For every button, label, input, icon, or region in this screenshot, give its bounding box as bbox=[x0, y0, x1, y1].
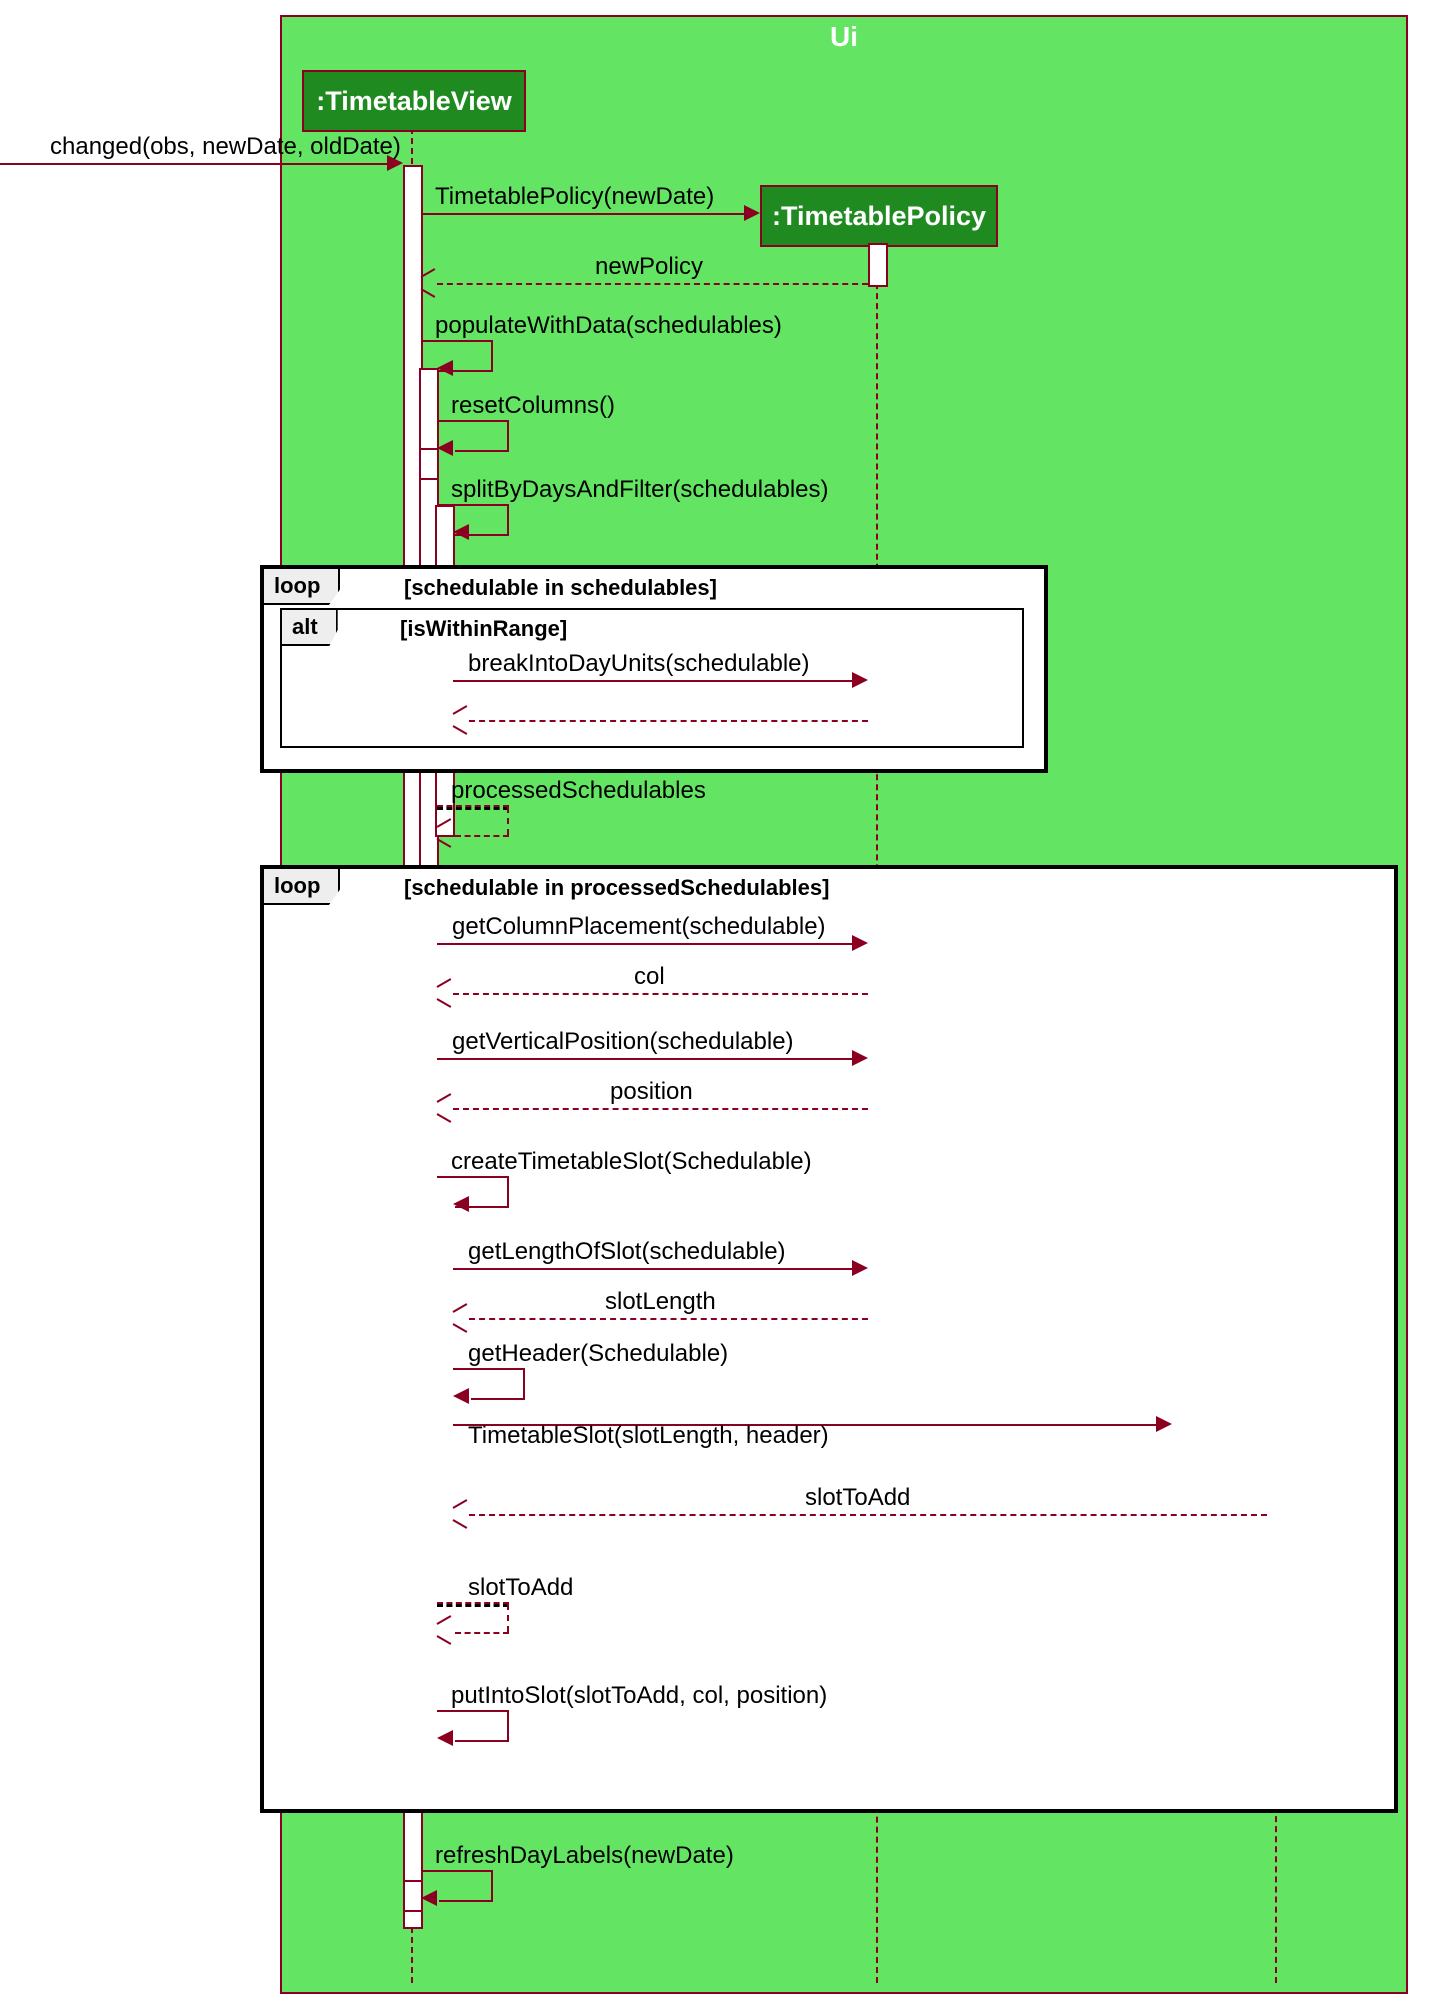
msg-label: breakIntoDayUnits(schedulable) bbox=[468, 650, 810, 678]
msg-label: putIntoSlot(slotToAdd, col, position) bbox=[451, 1682, 827, 1710]
msg-label: TimetableSlot(slotLength, header) bbox=[468, 1422, 829, 1450]
msg-label: populateWithData(schedulables) bbox=[435, 312, 782, 340]
msg-label: TimetablePolicy(newDate) bbox=[435, 183, 714, 211]
frame-guard: [schedulable in processedSchedulables] bbox=[404, 875, 829, 901]
frame-operator: alt bbox=[282, 610, 338, 646]
msg-label: col bbox=[634, 963, 665, 991]
participant-label: :TimetablePolicy bbox=[772, 201, 986, 232]
activation-view-reset bbox=[419, 448, 439, 480]
frame-operator: loop bbox=[264, 869, 340, 905]
msg-label: getColumnPlacement(schedulable) bbox=[452, 913, 826, 941]
msg-create-timetable-slot bbox=[437, 1176, 509, 1178]
msg-label: position bbox=[610, 1078, 693, 1106]
msg-label: changed(obs, newDate, oldDate) bbox=[50, 133, 401, 161]
msg-label: getLengthOfSlot(schedulable) bbox=[468, 1238, 786, 1266]
msg-label: slotToAdd bbox=[805, 1484, 910, 1512]
frame-alt-within-range: alt [isWithinRange] bbox=[280, 608, 1024, 748]
msg-label: processedSchedulables bbox=[451, 777, 706, 805]
participant-timetable-view: :TimetableView bbox=[302, 70, 526, 132]
return-slot-to-add-self bbox=[437, 1602, 509, 1607]
frame-loop-processed: loop [schedulable in processedSchedulabl… bbox=[260, 865, 1398, 1813]
frame-guard: [isWithinRange] bbox=[400, 616, 567, 642]
msg-label: resetColumns() bbox=[451, 392, 615, 420]
frame-guard: [schedulable in schedulables] bbox=[404, 575, 717, 601]
msg-label: slotToAdd bbox=[468, 1574, 573, 1602]
msg-put-into-slot bbox=[437, 1710, 509, 1712]
msg-label: newPolicy bbox=[595, 253, 703, 281]
frame-operator: loop bbox=[264, 569, 340, 605]
msg-reset-columns bbox=[437, 420, 509, 422]
msg-get-header bbox=[453, 1368, 525, 1370]
ui-region-title: Ui bbox=[282, 21, 1406, 53]
return-processed-schedulables bbox=[437, 805, 509, 810]
activation-view-refresh bbox=[403, 1880, 423, 1912]
msg-refresh-day-labels bbox=[421, 1870, 493, 1872]
participant-timetable-policy: :TimetablePolicy bbox=[760, 185, 998, 247]
msg-label: refreshDayLabels(newDate) bbox=[435, 1842, 734, 1870]
msg-populate bbox=[421, 340, 493, 342]
msg-label: getHeader(Schedulable) bbox=[468, 1340, 728, 1368]
msg-label: getVerticalPosition(schedulable) bbox=[452, 1028, 794, 1056]
participant-label: :TimetableView bbox=[316, 86, 512, 117]
msg-split bbox=[437, 504, 509, 506]
msg-label: createTimetableSlot(Schedulable) bbox=[451, 1148, 812, 1176]
msg-label: splitByDaysAndFilter(schedulables) bbox=[451, 476, 828, 504]
msg-label: slotLength bbox=[605, 1288, 716, 1316]
activation-policy-ctor bbox=[868, 243, 888, 287]
sequence-diagram: Ui :TimetableView :TimetablePolicy :Time… bbox=[0, 0, 1438, 2011]
